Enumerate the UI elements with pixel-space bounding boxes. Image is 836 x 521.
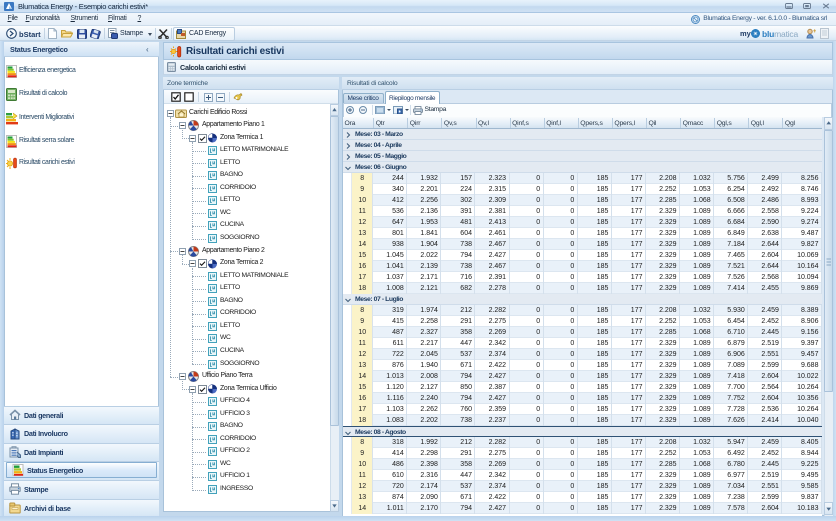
- svg-text:+: +: [813, 29, 816, 35]
